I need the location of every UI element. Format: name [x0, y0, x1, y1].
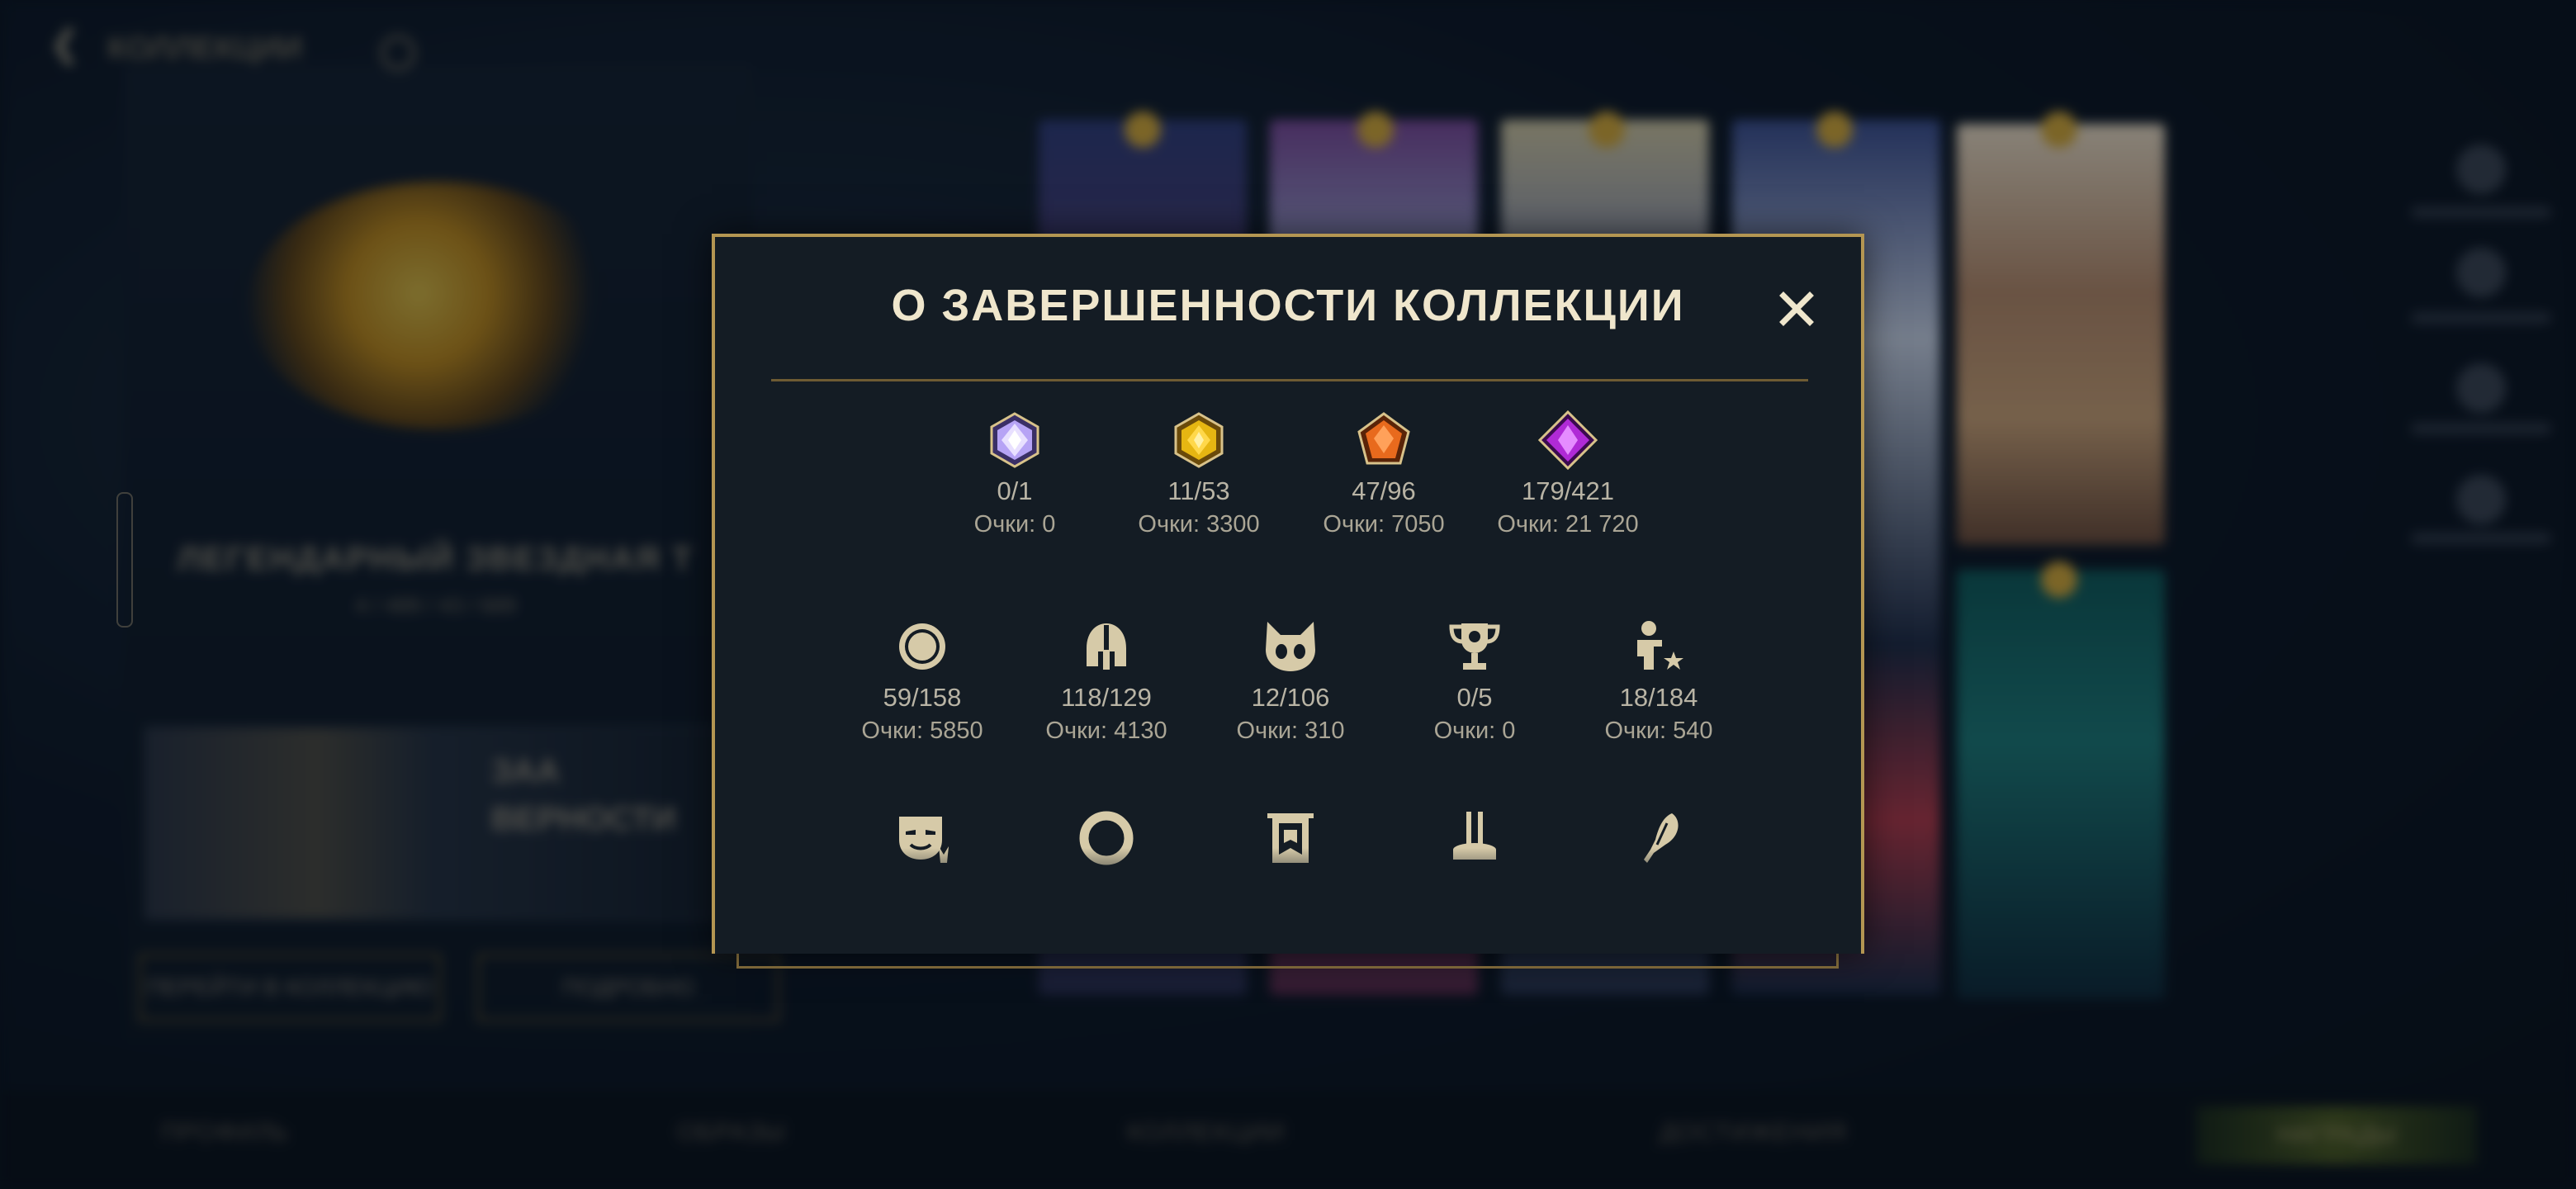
pet-icon: [1266, 622, 1315, 671]
stat-points: Очки: 0: [973, 511, 1056, 538]
stat-count: 12/106: [1251, 683, 1330, 712]
stat-item-coins: 59/158 Очки: 5850: [831, 617, 1013, 747]
modal-title: О ЗАВЕРШЕННОСТИ КОЛЛЕКЦИИ: [891, 281, 1685, 330]
title-divider: [771, 379, 1808, 381]
stat-count: 118/129: [1061, 683, 1152, 712]
collection-completion-modal: О ЗАВЕРШЕННОСТИ КОЛЛЕКЦИИ 0/1 Очки: 0 11…: [712, 234, 1864, 954]
stat-count: 18/184: [1619, 683, 1698, 712]
stat-item-trophies: 0/5 Очки: 0: [1384, 617, 1565, 747]
stat-count: 11/53: [1167, 476, 1230, 505]
purple-rarity-icon: [1538, 410, 1598, 470]
stat-points: Очки: 21 720: [1497, 511, 1639, 538]
stat-count: 0/1: [997, 476, 1033, 505]
stat-count: 47/96: [1352, 476, 1416, 505]
gold-rarity-icon: [1174, 412, 1224, 468]
stat-points: Очки: 5850: [861, 718, 983, 744]
modal-frame-underline: [736, 954, 1839, 969]
stat-item-purple: 179/421 Очки: 21 720: [1477, 410, 1659, 541]
helmet-icon: [1087, 623, 1126, 670]
stat-points: Очки: 7050: [1323, 511, 1445, 538]
stat-item-avatars: 18/184 Очки: 540: [1568, 617, 1750, 747]
stat-item-pets: 12/106 Очки: 310: [1200, 617, 1381, 747]
stat-points: Очки: 3300: [1138, 511, 1260, 538]
stat-count: 179/421: [1521, 476, 1615, 505]
stat-item-orange: 47/96 Очки: 7050: [1293, 410, 1475, 541]
stat-points: Очки: 4130: [1045, 718, 1167, 744]
person-star-icon: [1637, 621, 1683, 670]
close-icon: [1779, 291, 1814, 326]
close-button[interactable]: [1770, 282, 1823, 335]
stat-points: Очки: 0: [1433, 718, 1516, 744]
stat-item-skins: 118/129 Очки: 4130: [1016, 617, 1197, 747]
stat-item-gold: 11/53 Очки: 3300: [1108, 410, 1290, 541]
stat-points: Очки: 310: [1236, 718, 1345, 744]
scroll-fade: [715, 848, 1861, 954]
stat-count: 59/158: [883, 683, 962, 712]
stat-count: 0/5: [1456, 683, 1493, 712]
trophy-icon: [1449, 623, 1500, 670]
coin-icon: [899, 623, 945, 670]
diamond-rarity-icon: [990, 412, 1039, 468]
stat-item-diamond: 0/1 Очки: 0: [924, 410, 1106, 541]
orange-rarity-icon: [1357, 412, 1410, 465]
stat-points: Очки: 540: [1604, 718, 1713, 744]
